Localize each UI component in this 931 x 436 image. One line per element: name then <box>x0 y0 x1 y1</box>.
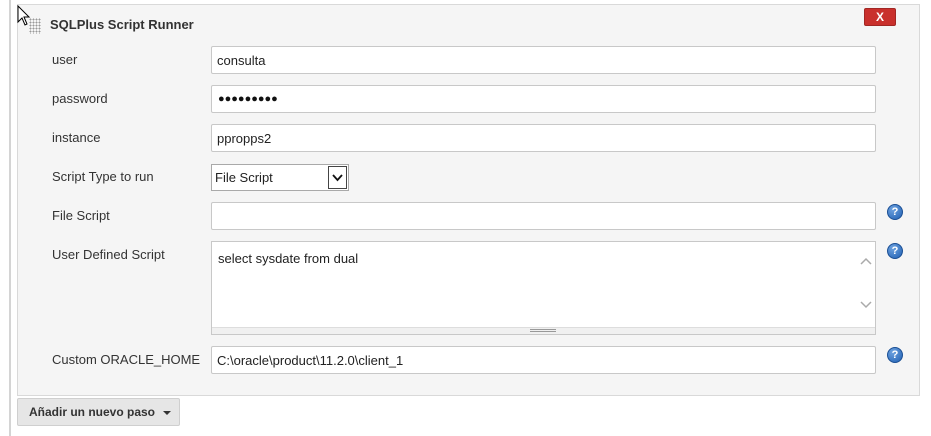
mouse-cursor-icon <box>17 5 31 26</box>
chevron-down-icon[interactable] <box>328 166 347 189</box>
password-input[interactable]: ●●●●●●●●● <box>211 85 876 113</box>
help-icon[interactable]: ? <box>887 243 903 259</box>
add-build-step-button[interactable]: Añadir un nuevo paso <box>17 398 180 426</box>
scroll-down-icon[interactable] <box>859 300 873 310</box>
user-label: user <box>52 52 78 67</box>
user-defined-script-textarea[interactable]: select sysdate from dual <box>211 241 876 335</box>
password-label: password <box>52 91 108 106</box>
instance-input[interactable] <box>211 124 876 152</box>
script-type-selected-value: File Script <box>215 170 273 185</box>
close-button[interactable]: X <box>864 8 896 26</box>
help-icon[interactable]: ? <box>887 204 903 220</box>
add-build-step-label: Añadir un nuevo paso <box>29 405 156 419</box>
left-border <box>9 0 11 436</box>
user-defined-script-label: User Defined Script <box>52 247 165 262</box>
textarea-resize-bar[interactable] <box>212 327 875 334</box>
script-type-label: Script Type to run <box>52 169 154 184</box>
file-script-label: File Script <box>52 208 110 223</box>
resize-grip-icon[interactable] <box>530 329 556 332</box>
oracle-home-input[interactable] <box>211 346 876 374</box>
panel-title: SQLPlus Script Runner <box>50 17 194 32</box>
user-input[interactable] <box>211 46 876 74</box>
caret-down-icon <box>163 411 171 415</box>
script-type-select[interactable]: File Script <box>211 164 349 191</box>
user-defined-script-text: select sysdate from dual <box>218 251 359 266</box>
scroll-up-icon[interactable] <box>859 256 873 266</box>
file-script-input[interactable] <box>211 202 876 230</box>
instance-label: instance <box>52 130 101 145</box>
oracle-home-label: Custom ORACLE_HOME <box>52 352 201 367</box>
help-icon[interactable]: ? <box>887 347 903 363</box>
